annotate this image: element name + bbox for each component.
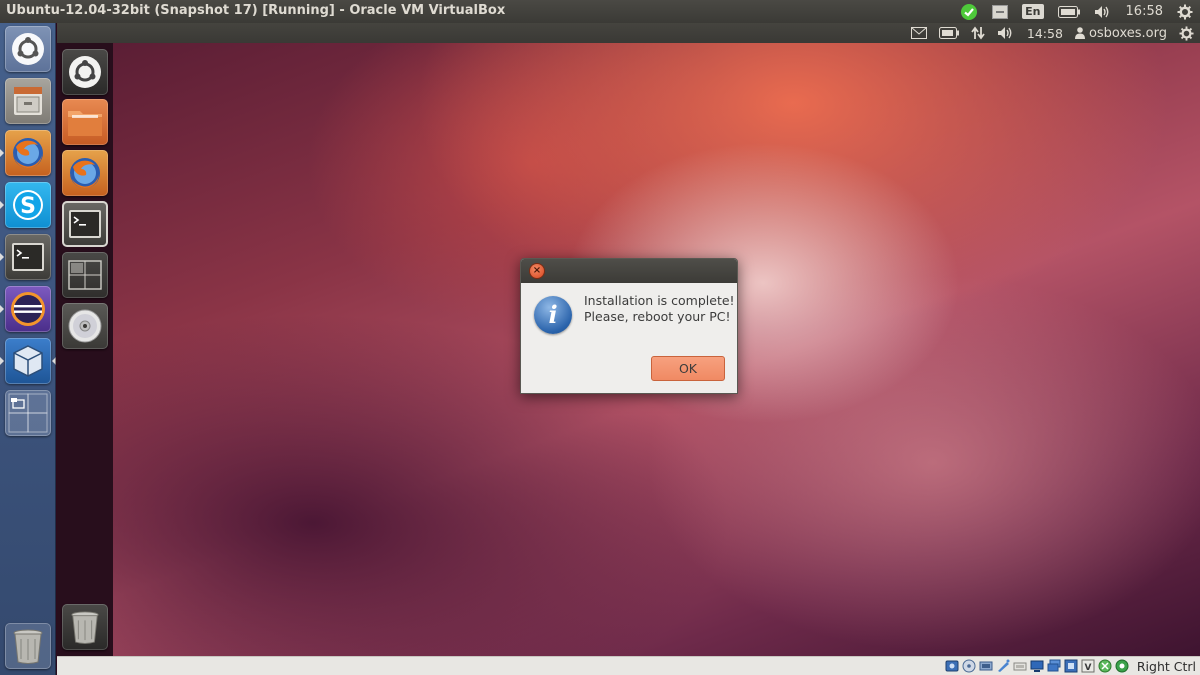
workspace-switcher-icon bbox=[8, 393, 48, 433]
firefox-icon bbox=[70, 158, 100, 189]
keyboard-capture-status-icon[interactable] bbox=[1115, 659, 1129, 673]
guest-network-icon[interactable] bbox=[965, 23, 991, 43]
user-icon bbox=[1074, 27, 1085, 39]
video-capture-status-icon[interactable] bbox=[1064, 659, 1078, 673]
dialog-message-line1: Installation is complete! bbox=[584, 293, 735, 308]
host-launcher: S bbox=[0, 23, 56, 675]
virtualbox-icon bbox=[13, 345, 43, 377]
host-clock[interactable]: 16:58 bbox=[1119, 0, 1170, 23]
host-system-tray: En 16:58 bbox=[953, 0, 1200, 23]
launcher-skype[interactable]: S bbox=[0, 182, 51, 228]
guest-session-gear-icon[interactable] bbox=[1173, 23, 1200, 43]
keyboard-layout-indicator[interactable]: En bbox=[1015, 0, 1050, 23]
audio-status-icon[interactable] bbox=[979, 659, 993, 673]
dialog-message-line2: Please, reboot your PC! bbox=[584, 309, 731, 324]
guest-launcher-dash-home[interactable] bbox=[62, 49, 108, 95]
session-gear-icon[interactable] bbox=[1170, 0, 1200, 23]
launcher-terminal[interactable] bbox=[0, 234, 51, 280]
guest-launcher-terminal[interactable] bbox=[62, 201, 108, 247]
disc-icon bbox=[68, 309, 102, 343]
update-check-icon[interactable] bbox=[953, 0, 985, 23]
shared-folders-status-icon[interactable] bbox=[1030, 659, 1044, 673]
display-status-icon[interactable] bbox=[1047, 659, 1061, 673]
guest-mail-icon[interactable] bbox=[905, 23, 933, 43]
volume-icon[interactable] bbox=[1087, 0, 1119, 23]
close-icon[interactable]: × bbox=[530, 264, 544, 278]
guest-clock[interactable]: 14:58 bbox=[1021, 23, 1069, 43]
workspace-switcher-icon bbox=[68, 260, 102, 290]
guest-launcher-firefox[interactable] bbox=[62, 150, 108, 196]
guest-launcher-home-folder[interactable] bbox=[62, 99, 108, 145]
vm-status-bar: V Right Ctrl bbox=[57, 656, 1200, 675]
guest-launcher-workspace-switcher[interactable] bbox=[62, 252, 108, 298]
skype-icon: S bbox=[13, 190, 43, 220]
info-icon: i bbox=[534, 296, 572, 334]
trash-icon bbox=[71, 611, 99, 644]
dialog-titlebar: × bbox=[521, 259, 737, 283]
guest-launcher-trash[interactable] bbox=[62, 604, 108, 650]
terminal-icon bbox=[69, 210, 101, 238]
host-top-panel: Ubuntu-12.04-32bit (Snapshot 17) [Runnin… bbox=[0, 0, 1200, 23]
window-title: Ubuntu-12.04-32bit (Snapshot 17) [Runnin… bbox=[6, 3, 506, 18]
virtualization-status-icon[interactable]: V bbox=[1081, 659, 1095, 673]
guest-battery-icon[interactable] bbox=[933, 23, 965, 43]
keyboard-layout-label: En bbox=[1022, 4, 1044, 19]
usb-status-icon[interactable] bbox=[1013, 659, 1027, 673]
guest-user-name: osboxes.org bbox=[1088, 25, 1167, 41]
guest-user-menu[interactable]: osboxes.org bbox=[1069, 23, 1173, 43]
host-key-label: Right Ctrl bbox=[1136, 658, 1196, 674]
optical-drive-status-icon[interactable] bbox=[962, 659, 976, 673]
terminal-icon bbox=[12, 243, 44, 271]
launcher-eclipse[interactable] bbox=[0, 286, 51, 332]
hard-disk-status-icon[interactable] bbox=[945, 659, 959, 673]
guest-volume-icon[interactable] bbox=[991, 23, 1021, 43]
svg-text:V: V bbox=[1085, 663, 1092, 673]
firefox-icon bbox=[13, 138, 43, 169]
installation-complete-dialog: × i Installation is complete! Please, re… bbox=[520, 258, 738, 394]
launcher-virtualbox[interactable] bbox=[0, 338, 56, 384]
battery-icon[interactable] bbox=[1051, 0, 1087, 23]
launcher-workspace-switcher[interactable] bbox=[5, 390, 51, 436]
dialog-message: Installation is complete! Please, reboot… bbox=[584, 293, 735, 325]
launcher-dash-home[interactable] bbox=[5, 26, 51, 72]
folder-icon bbox=[68, 111, 102, 136]
guest-top-panel: 14:58 osboxes.org bbox=[57, 23, 1200, 43]
trash-icon bbox=[13, 629, 43, 664]
window-indicator-icon[interactable] bbox=[985, 0, 1015, 23]
ubuntu-logo-icon bbox=[69, 56, 101, 88]
launcher-firefox[interactable] bbox=[0, 130, 51, 176]
vm-display[interactable]: 14:58 osboxes.org × i Installation is co… bbox=[57, 23, 1200, 656]
ok-button[interactable]: OK bbox=[651, 356, 725, 381]
mouse-integration-status-icon[interactable] bbox=[1098, 659, 1112, 673]
file-cabinet-icon bbox=[14, 87, 42, 115]
eclipse-icon bbox=[11, 292, 45, 326]
network-status-icon[interactable] bbox=[996, 659, 1010, 673]
launcher-files[interactable] bbox=[5, 78, 51, 124]
svg-text:S: S bbox=[20, 194, 36, 219]
ubuntu-logo-icon bbox=[12, 33, 44, 65]
launcher-trash[interactable] bbox=[5, 623, 51, 669]
guest-launcher-dvd[interactable] bbox=[62, 303, 108, 349]
guest-launcher bbox=[57, 43, 113, 656]
